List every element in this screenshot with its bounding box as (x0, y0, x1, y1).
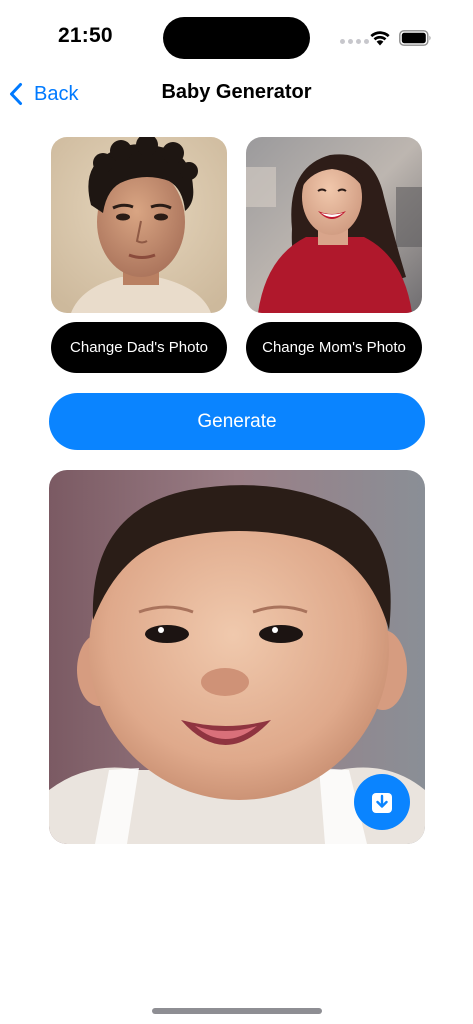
download-button[interactable] (354, 774, 410, 830)
status-bar: 21:50 (0, 0, 473, 72)
navigation-bar: Back Baby Generator (0, 72, 473, 116)
page-title: Baby Generator (161, 81, 312, 103)
wifi-icon (370, 31, 390, 46)
generate-button[interactable]: Generate (49, 393, 425, 450)
mom-photo (246, 137, 422, 313)
home-indicator[interactable] (152, 1008, 322, 1014)
status-time: 21:50 (58, 24, 113, 47)
dynamic-island (163, 17, 310, 59)
download-icon (372, 793, 392, 813)
change-dad-photo-button[interactable]: Change Dad's Photo (51, 322, 227, 373)
dad-photo (51, 137, 227, 313)
cellular-signal-icon (340, 39, 369, 44)
change-mom-photo-button[interactable]: Change Mom's Photo (246, 322, 422, 373)
battery-icon (399, 30, 431, 46)
